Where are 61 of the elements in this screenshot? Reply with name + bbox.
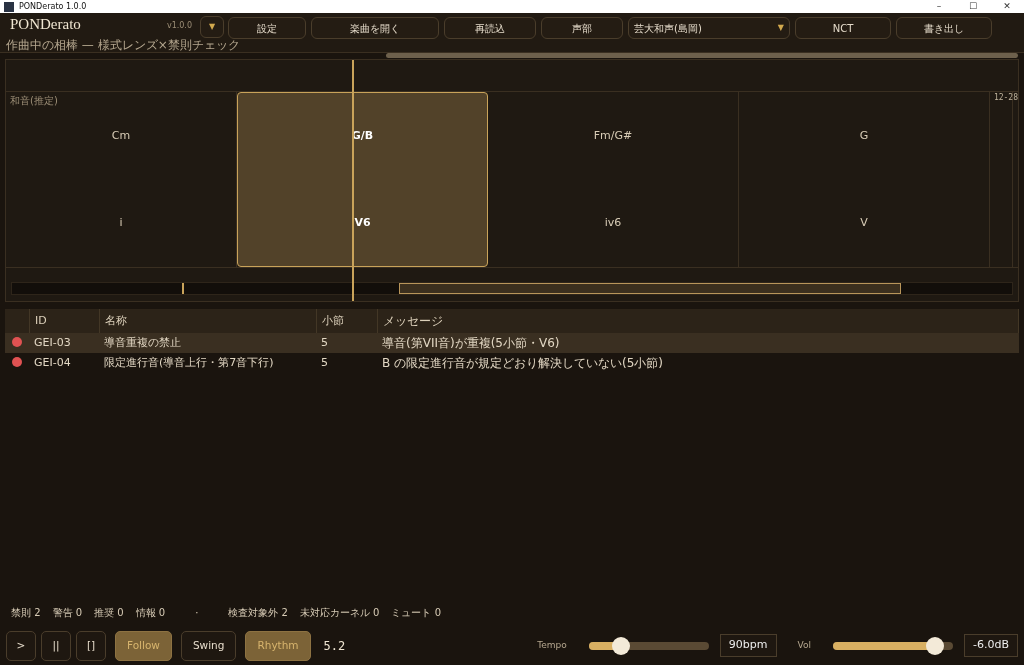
slider-thumb[interactable]: [612, 636, 631, 655]
style-dropdown[interactable]: 芸大和声(島岡) ▼: [628, 17, 790, 39]
maximize-button[interactable]: ☐: [956, 0, 990, 14]
table-cell-text: 5: [320, 354, 329, 371]
app-subtitle: 作曲中の相棒 — 様式レンズ×禁則チェック: [6, 39, 240, 52]
version-dropdown[interactable]: ▼: [200, 16, 224, 38]
range-label: 12-28: [993, 92, 1018, 104]
table-cell-text: 導音重複の禁止: [103, 334, 182, 351]
chord-symbol: Fm/G#: [593, 127, 633, 144]
slider-label: Tempo: [537, 638, 567, 652]
table-row[interactable]: GEI-03 導音重複の禁止 5 導音(第VII音)が重複(5小節・V6): [5, 333, 1019, 353]
toggle-button[interactable]: Swing: [180, 630, 237, 661]
table-cell-text: 5: [320, 334, 329, 351]
table-cell-text: GEI-03: [33, 334, 72, 351]
lane-label: 和音(推定): [10, 94, 58, 108]
status-count: 禁則 2: [11, 606, 41, 620]
chord-symbol: G: [859, 127, 869, 144]
roman-numeral: iv6: [604, 215, 622, 231]
slider[interactable]: [588, 636, 709, 655]
slider[interactable]: [833, 636, 953, 655]
chord-block[interactable]: Fm/G# iv6: [488, 92, 739, 267]
viewport-window[interactable]: [399, 283, 901, 294]
table-cell-text: B の限定進行音が規定どおり解決していない(5小節): [381, 355, 665, 372]
status-count: 検査対象外 2: [228, 606, 288, 620]
pause-button[interactable]: ||: [41, 630, 71, 661]
table-cell-text: 限定進行音(導音上行・第7音下行): [103, 354, 275, 371]
value-readout: -6.0dB: [964, 634, 1018, 657]
toolbar-button[interactable]: 楽曲を開く: [311, 17, 439, 39]
window-title: PONDerato 1.0.0: [19, 0, 87, 13]
position-readout: 5.2: [323, 637, 346, 655]
toolbar-button[interactable]: 設定: [228, 17, 306, 39]
roman-numeral: V: [860, 215, 868, 231]
app-icon: [4, 1, 14, 12]
roman-numeral: V6: [354, 214, 371, 231]
play-button[interactable]: >: [6, 630, 36, 661]
chord-symbol: Cm: [111, 127, 131, 144]
stop-button[interactable]: []: [76, 630, 106, 661]
status-count: 未対応カーネル 0: [299, 606, 380, 620]
close-button[interactable]: ✕: [990, 0, 1024, 14]
roman-numeral: i: [119, 215, 123, 231]
status-count: ミュート 0: [391, 606, 441, 620]
slider-thumb[interactable]: [926, 636, 944, 655]
value-readout: 90bpm: [719, 634, 777, 657]
slider-label: Vol: [797, 638, 811, 652]
scrollbar[interactable]: [386, 53, 1018, 58]
toolbar-button[interactable]: 書き出し: [896, 17, 992, 39]
status-count: 情報 0: [135, 606, 166, 620]
toolbar-button[interactable]: 再読込: [444, 17, 536, 39]
chord-block[interactable]: G V: [739, 92, 990, 267]
toolbar-button[interactable]: 声部: [541, 17, 623, 39]
version-label: v1.0.0: [166, 20, 192, 32]
overview-marker: [182, 283, 184, 294]
toolbar-button[interactable]: NCT: [795, 17, 891, 39]
status-count: 警告 0: [52, 606, 83, 620]
status-count: ·: [195, 606, 199, 620]
table-row[interactable]: GEI-04 限定進行音(導音上行・第7音下行) 5 B の限定進行音が規定どおり解決していない(5小節): [5, 353, 1019, 373]
table-cell-text: 導音(第VII音)が重複(5小節・V6): [381, 335, 561, 352]
table-cell-text: GEI-04: [33, 354, 72, 371]
status-count: 推奨 0: [94, 606, 124, 620]
minimize-button[interactable]: –: [922, 0, 956, 14]
app-name: PONDerato: [10, 16, 81, 33]
